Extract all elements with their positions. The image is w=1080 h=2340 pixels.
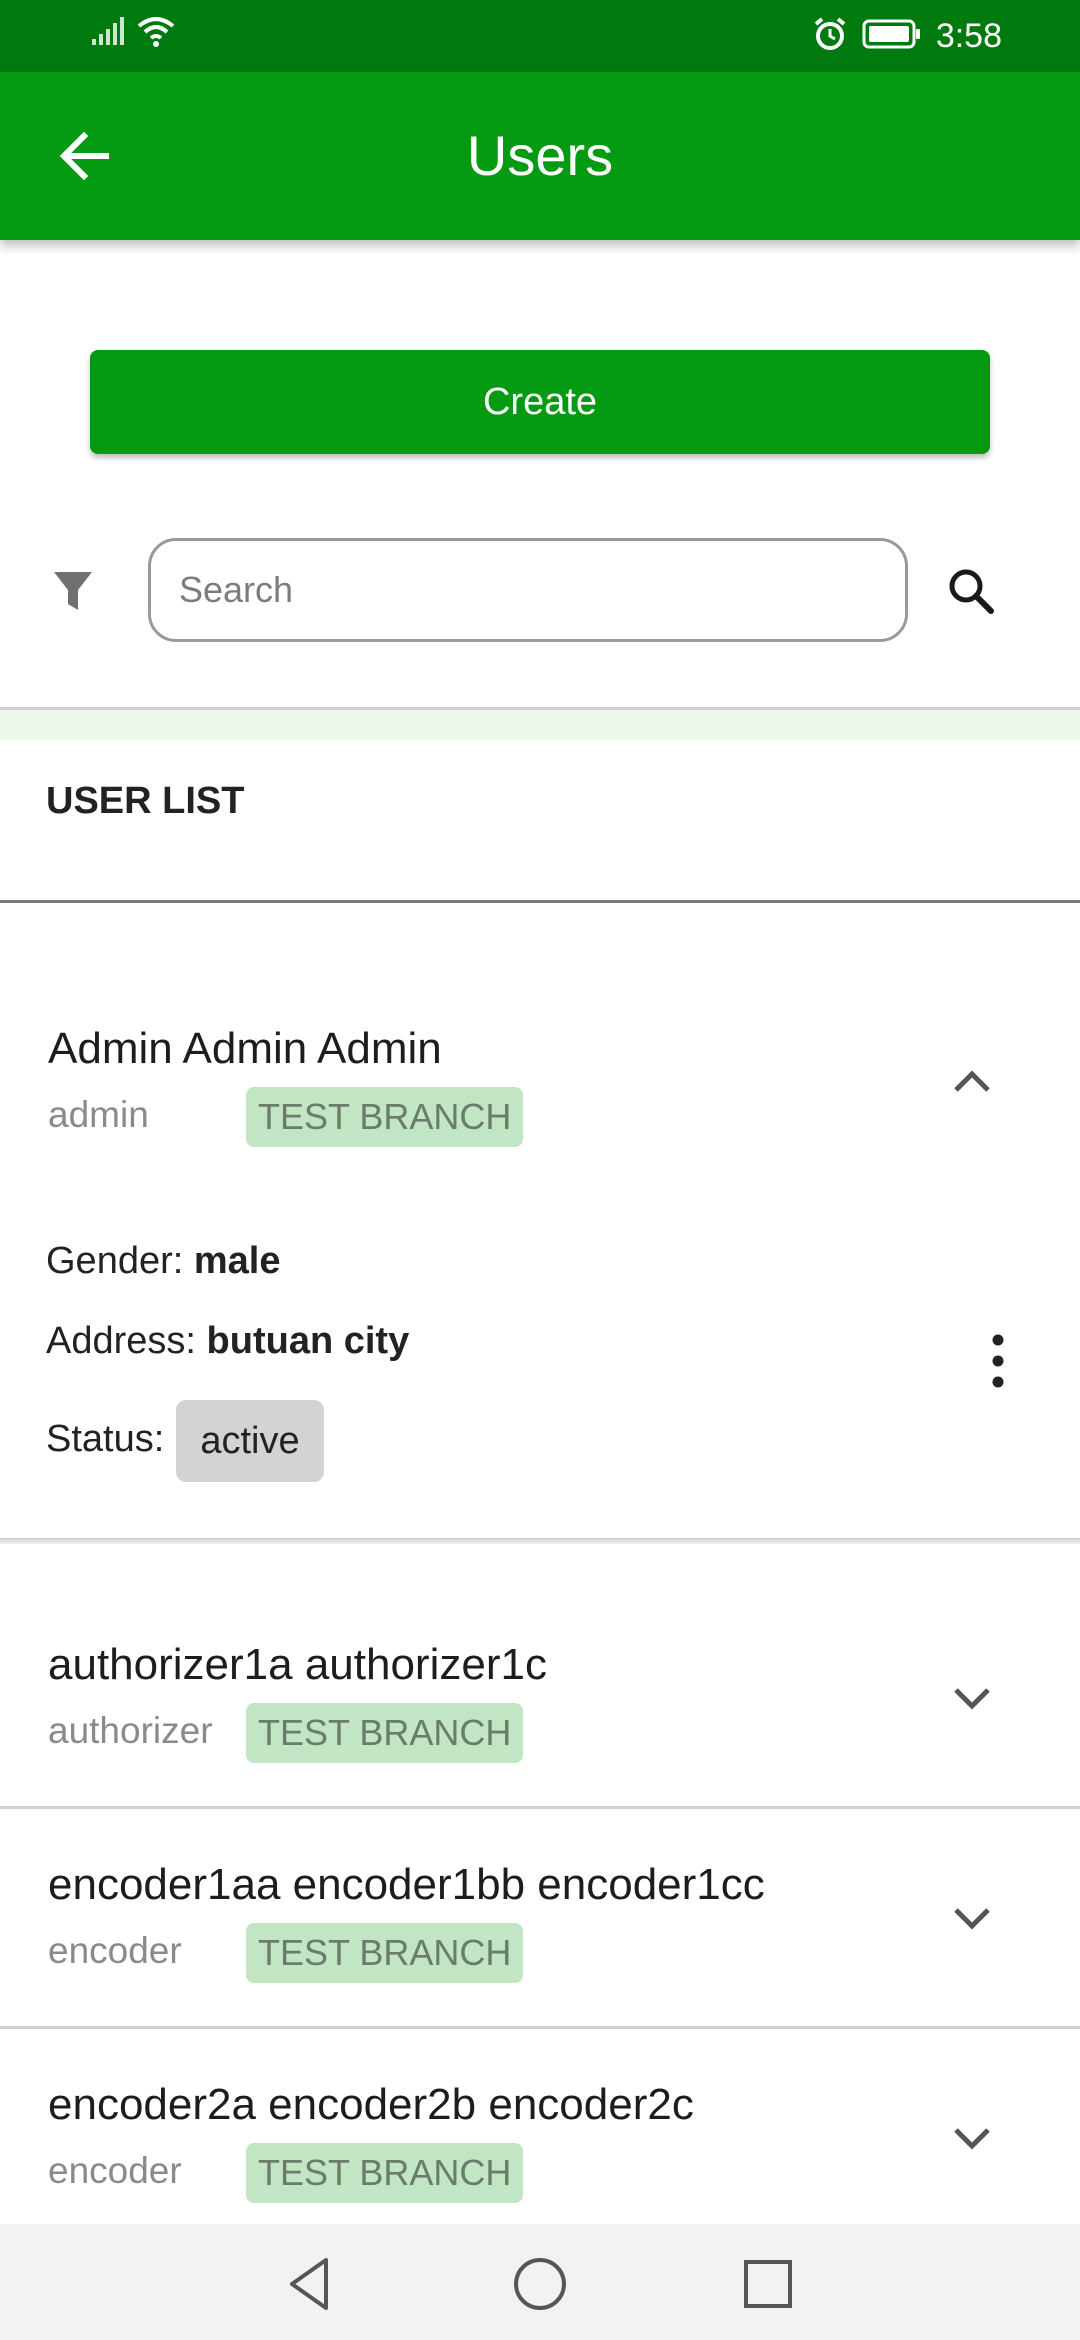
alarm-icon (812, 16, 848, 57)
status-bar: 3:58 (0, 0, 1080, 72)
search-icon[interactable] (946, 566, 996, 616)
system-nav-bar (0, 2224, 1080, 2340)
gender-value: male (193, 1240, 281, 1282)
status-chip: active (176, 1400, 324, 1482)
chevron-down-icon[interactable] (948, 1894, 996, 1942)
create-button[interactable]: Create (90, 350, 990, 454)
divider (0, 2026, 1080, 2029)
search-input[interactable]: Search (148, 538, 908, 642)
app-bar: Users (0, 72, 1080, 240)
more-vert-icon[interactable] (986, 1334, 1010, 1388)
filter-icon[interactable] (52, 570, 94, 612)
user-role: admin (48, 1094, 149, 1135)
user-name: encoder2a encoder2b encoder2c (48, 2080, 694, 2129)
address-row: Address: butuan city (46, 1320, 409, 1363)
status-time: 3:58 (935, 17, 1002, 55)
user-name: encoder1aa encoder1bb encoder1cc (48, 1860, 765, 1909)
gender-row: Gender: male (46, 1240, 281, 1283)
status-label: Status: (46, 1418, 165, 1460)
divider (0, 1538, 1080, 1544)
address-label: Address: (46, 1320, 196, 1362)
wifi-icon (136, 16, 176, 53)
branch-badge: TEST BRANCH (246, 1703, 524, 1763)
home-circle-icon[interactable] (510, 2254, 570, 2314)
battery-icon (862, 18, 922, 55)
chevron-down-icon[interactable] (948, 2114, 996, 2162)
branch-badge: TEST BRANCH (246, 1087, 524, 1147)
page-title: Users (466, 124, 614, 187)
chevron-up-icon[interactable] (948, 1058, 996, 1106)
user-name: Admin Admin Admin (48, 1024, 442, 1073)
user-list-title: USER LIST (46, 780, 245, 822)
recents-square-icon[interactable] (738, 2254, 798, 2314)
user-role: authorizer (48, 1710, 213, 1751)
back-triangle-icon[interactable] (280, 2254, 340, 2314)
user-role: encoder (48, 1930, 182, 1971)
address-value: butuan city (206, 1320, 410, 1362)
branch-badge: TEST BRANCH (246, 2143, 524, 2203)
branch-badge: TEST BRANCH (246, 1923, 524, 1983)
user-name: authorizer1a authorizer1c (48, 1640, 547, 1689)
chevron-down-icon[interactable] (948, 1674, 996, 1722)
search-placeholder: Search (179, 569, 294, 610)
section-band (0, 710, 1080, 740)
gender-label: Gender: (46, 1240, 184, 1282)
user-role: encoder (48, 2150, 182, 2191)
divider (0, 1806, 1080, 1809)
divider (0, 900, 1080, 903)
signal-icon (92, 17, 126, 52)
